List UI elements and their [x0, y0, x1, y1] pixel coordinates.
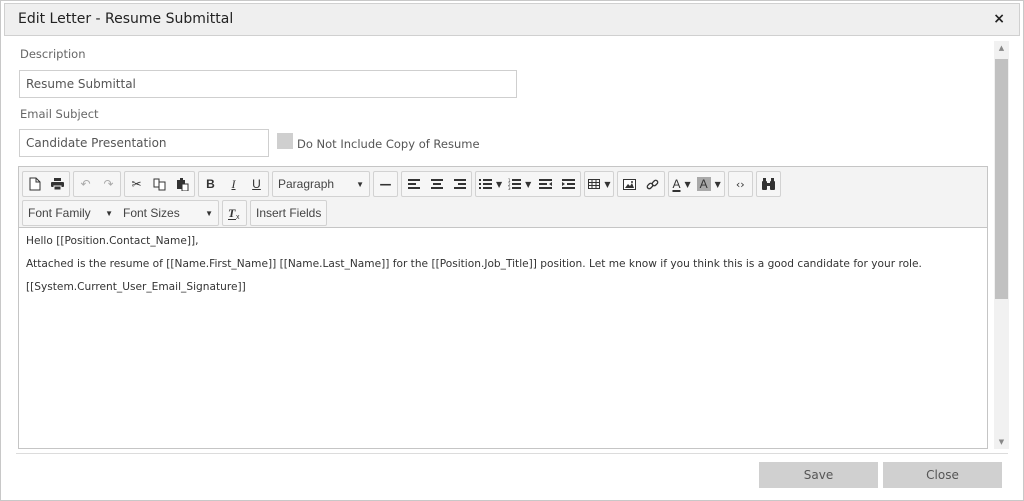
font-family-value: Font Family	[28, 206, 91, 220]
source-code-icon[interactable]: ‹›	[729, 172, 752, 196]
email-subject-label: Email Subject	[20, 107, 99, 121]
editor-paragraph: Hello [[Position.Contact_Name]],	[26, 235, 199, 247]
file-group	[22, 171, 70, 197]
chevron-down-icon: ▼	[205, 208, 213, 218]
background-color-icon: A	[696, 177, 711, 191]
description-label: Description	[20, 47, 86, 61]
align-center-icon[interactable]	[425, 172, 448, 196]
numbered-list-dropdown[interactable]: 123 ▼	[505, 172, 534, 196]
align-group	[401, 171, 472, 197]
footer-divider	[16, 453, 1008, 454]
clear-format-group: Tx	[222, 200, 247, 226]
chevron-down-icon: ▼	[105, 208, 113, 218]
font-sizes-value: Font Sizes	[123, 206, 180, 220]
scroll-up-icon[interactable]: ▲	[994, 44, 1009, 52]
svg-text:3: 3	[508, 186, 511, 190]
cut-icon[interactable]: ✂	[125, 172, 148, 196]
scroll-down-icon[interactable]: ▼	[994, 438, 1009, 446]
edit-letter-dialog: Edit Letter - Resume Submittal × Descrip…	[0, 0, 1024, 501]
editor-content[interactable]: Hello [[Position.Contact_Name]], Attache…	[19, 229, 987, 448]
text-color-icon: A	[672, 177, 681, 191]
block-format-value: Paragraph	[278, 177, 335, 191]
insert-fields-button[interactable]: Insert Fields	[251, 201, 326, 225]
redo-icon[interactable]: ↷	[97, 172, 120, 196]
email-subject-input[interactable]: Candidate Presentation	[19, 129, 269, 157]
indent-icon[interactable]	[557, 172, 580, 196]
close-icon[interactable]: ×	[993, 11, 1005, 27]
italic-button[interactable]: I	[222, 172, 245, 196]
clipboard-group: ✂	[124, 171, 195, 197]
clear-formatting-icon[interactable]: Tx	[223, 201, 246, 225]
svg-text:x: x	[236, 214, 240, 220]
find-replace-icon[interactable]	[757, 172, 780, 196]
color-group: A ▼ A ▼	[668, 171, 725, 197]
code-group: ‹›	[727, 171, 753, 197]
font-family-dropdown[interactable]: Font Family ▼	[23, 201, 118, 225]
no-copy-checkbox[interactable]	[277, 133, 293, 149]
list-group: ▼ 123 ▼	[475, 171, 582, 197]
undo-icon[interactable]: ↶	[74, 172, 97, 196]
chevron-down-icon: ▼	[356, 179, 364, 189]
paste-icon[interactable]	[171, 172, 194, 196]
format-group: B I U	[198, 171, 269, 197]
editor-paragraph: [[System.Current_User_Email_Signature]]	[26, 281, 246, 293]
text-color-dropdown[interactable]: A ▼	[669, 172, 693, 196]
chevron-down-icon: ▼	[604, 179, 611, 189]
align-right-icon[interactable]	[448, 172, 471, 196]
chevron-down-icon: ▼	[525, 179, 532, 189]
background-color-dropdown[interactable]: A ▼	[694, 172, 724, 196]
copy-icon[interactable]	[148, 172, 171, 196]
horizontal-rule-icon[interactable]: —	[374, 172, 397, 196]
close-button[interactable]: Close	[883, 462, 1002, 488]
description-input[interactable]: Resume Submittal	[19, 70, 517, 98]
new-document-icon[interactable]	[23, 172, 46, 196]
underline-button[interactable]: U	[245, 172, 268, 196]
chevron-down-icon: ▼	[496, 179, 503, 189]
font-group: Font Family ▼ Font Sizes ▼	[22, 200, 219, 226]
hr-group: —	[373, 171, 398, 197]
dialog-title: Edit Letter - Resume Submittal	[18, 11, 234, 27]
bold-button[interactable]: B	[199, 172, 222, 196]
toolbar-row-2: Font Family ▼ Font Sizes ▼ Tx Insert Fie…	[22, 200, 328, 226]
no-copy-checkbox-label: Do Not Include Copy of Resume	[297, 137, 480, 151]
dialog-titlebar: Edit Letter - Resume Submittal ×	[4, 3, 1020, 36]
align-left-icon[interactable]	[402, 172, 425, 196]
image-icon[interactable]	[618, 172, 641, 196]
outdent-icon[interactable]	[534, 172, 557, 196]
rich-text-editor: ↶ ↷ ✂ B I U Paragraph ▼ — ▼ 1 2 3 ▼ ▼ A …	[18, 166, 988, 449]
editor-toolbar: ↶ ↷ ✂ B I U Paragraph ▼ — ▼ 1 2 3 ▼ ▼ A …	[19, 167, 987, 228]
link-icon[interactable]	[641, 172, 664, 196]
bullet-list-dropdown[interactable]: ▼	[476, 172, 505, 196]
history-group: ↶ ↷	[73, 171, 121, 197]
media-group	[617, 171, 666, 197]
save-button[interactable]: Save	[759, 462, 878, 488]
dialog-scrollbar[interactable]: ▲ ▼	[994, 41, 1009, 449]
chevron-down-icon: ▼	[714, 179, 721, 189]
table-dropdown[interactable]: ▼	[585, 172, 613, 196]
insert-fields-group: Insert Fields	[250, 200, 328, 226]
block-format-dropdown[interactable]: Paragraph ▼	[273, 172, 369, 196]
scrollbar-thumb[interactable]	[995, 59, 1008, 299]
svg-text:T: T	[228, 207, 236, 220]
table-group: ▼	[584, 171, 615, 197]
editor-paragraph: Attached is the resume of [[Name.First_N…	[26, 258, 922, 270]
chevron-down-icon: ▼	[684, 179, 691, 189]
font-sizes-dropdown[interactable]: Font Sizes ▼	[118, 201, 218, 225]
block-format-group: Paragraph ▼	[272, 171, 370, 197]
search-group	[755, 171, 781, 197]
toolbar-row-1: ↶ ↷ ✂ B I U Paragraph ▼ — ▼ 1 2 3 ▼ ▼ A …	[22, 171, 781, 197]
print-icon[interactable]	[46, 172, 69, 196]
